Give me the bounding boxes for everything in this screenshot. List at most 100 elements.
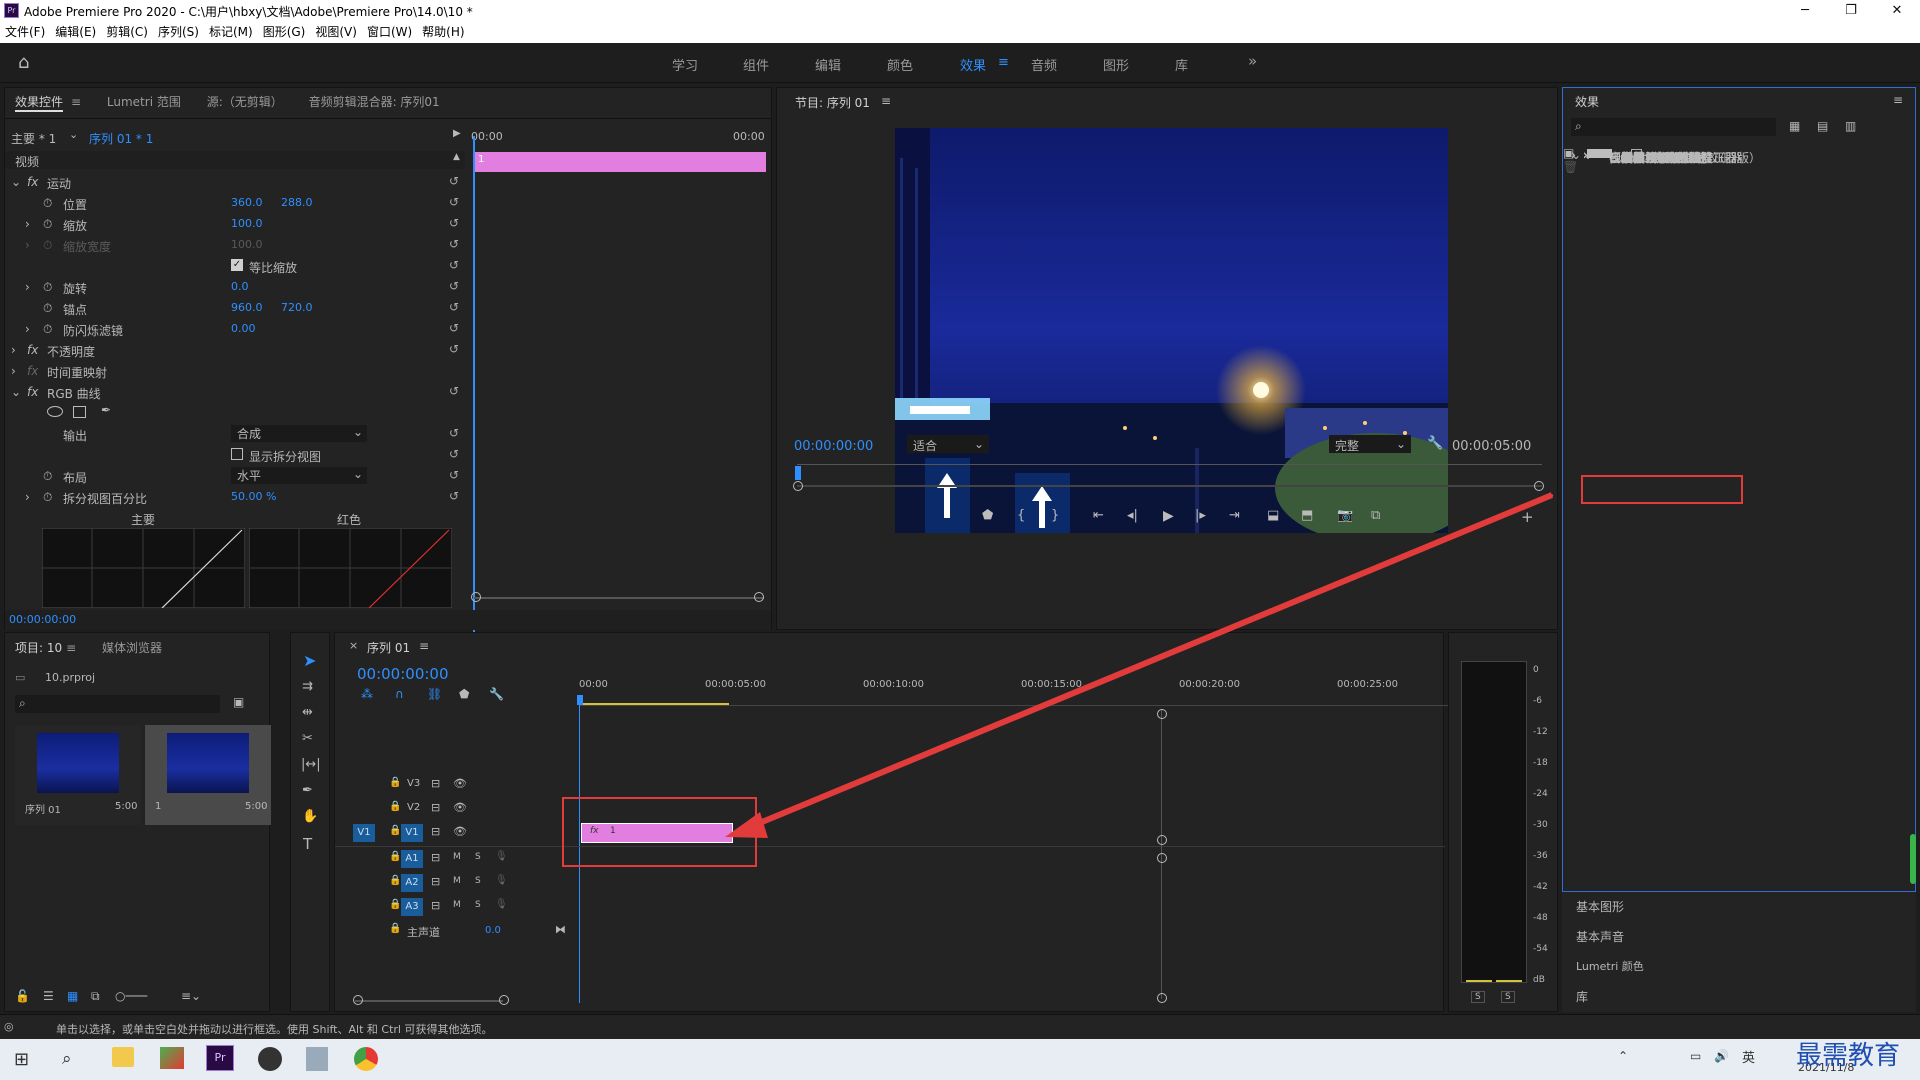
- search-icon[interactable]: ⌕: [62, 1049, 72, 1069]
- workspace-overflow-icon[interactable]: »: [1248, 52, 1257, 70]
- program-monitor-title[interactable]: 节目: 序列 01: [795, 94, 870, 111]
- menu-marker[interactable]: 标记(M): [204, 22, 258, 43]
- mark-out-icon[interactable]: }: [1051, 508, 1059, 523]
- track-v2-label[interactable]: V2: [407, 802, 420, 813]
- clip-path-label[interactable]: 主要 * 1: [11, 130, 56, 147]
- mute-button[interactable]: M: [453, 876, 461, 886]
- split-percent-value[interactable]: 50.00 %: [231, 490, 276, 503]
- track-lock-icon[interactable]: 🔒: [389, 825, 401, 836]
- windows-start-icon[interactable]: ⊞: [14, 1049, 29, 1070]
- toggle-sync-icon[interactable]: ⊟: [431, 899, 440, 912]
- mute-button[interactable]: M: [453, 900, 461, 910]
- minimize-icon[interactable]: ─: [1782, 0, 1828, 22]
- layout-dropdown[interactable]: 水平 ⌄: [231, 467, 367, 484]
- ec-clip-bar[interactable]: 1: [474, 152, 766, 172]
- reset-icon[interactable]: ↺: [449, 279, 459, 293]
- rotation-value[interactable]: 0.0: [231, 280, 249, 293]
- go-to-end-icon[interactable]: ⧓: [555, 923, 566, 936]
- reset-icon[interactable]: ↺: [449, 447, 459, 461]
- microphone-icon[interactable]: 🎙: [495, 875, 508, 886]
- chevron-right-icon[interactable]: ›: [1571, 148, 1576, 162]
- reset-icon[interactable]: ↺: [449, 237, 459, 251]
- timeline-title[interactable]: 序列 01: [367, 639, 410, 656]
- position-x-value[interactable]: 360.0: [231, 196, 263, 209]
- scale-value[interactable]: 100.0: [231, 217, 263, 230]
- panel-menu-icon[interactable]: ≡: [881, 94, 891, 108]
- track-a3-label[interactable]: A3: [401, 898, 423, 916]
- hscroll-handle-left[interactable]: [353, 995, 363, 1005]
- tab-effect-controls[interactable]: 效果控件: [15, 93, 64, 112]
- menu-clip[interactable]: 剪辑(C): [101, 22, 153, 43]
- add-button-icon[interactable]: +: [1521, 508, 1534, 526]
- menu-edit[interactable]: 编辑(E): [50, 22, 101, 43]
- solo-button[interactable]: S: [475, 876, 481, 886]
- reset-icon[interactable]: ↺: [449, 174, 459, 188]
- ripple-edit-tool-icon[interactable]: ⇹: [302, 705, 313, 720]
- rgb-curves-row[interactable]: ⌄ fx RGB 曲线 ↺: [5, 382, 460, 402]
- mark-in-icon[interactable]: {: [1017, 508, 1025, 523]
- timeline-playhead-handle[interactable]: [577, 695, 583, 705]
- pen-mask-icon[interactable]: ✒: [101, 403, 111, 417]
- fit-dropdown[interactable]: 适合 ⌄: [907, 435, 989, 453]
- program-video-frame[interactable]: [895, 128, 1448, 533]
- anchor-y-value[interactable]: 720.0: [281, 301, 313, 314]
- scroll-up-icon[interactable]: ▲: [453, 152, 460, 162]
- toggle-sync-icon[interactable]: ⊟: [431, 851, 440, 864]
- reset-icon[interactable]: ↺: [449, 384, 459, 398]
- solo-button[interactable]: S: [475, 900, 481, 910]
- chrome-icon[interactable]: [354, 1047, 378, 1071]
- track-v3-label[interactable]: V3: [407, 778, 420, 789]
- source-patch-v1[interactable]: V1: [353, 824, 375, 842]
- stopwatch-icon[interactable]: ⏱: [43, 301, 52, 316]
- workspace-libraries[interactable]: 库: [1175, 55, 1188, 74]
- panel-menu-icon[interactable]: ≡: [1893, 93, 1903, 107]
- tab-project[interactable]: 项目: 10: [15, 639, 62, 656]
- go-to-in-icon[interactable]: ⇤: [1093, 508, 1104, 523]
- extract-icon[interactable]: ⬒: [1301, 508, 1313, 523]
- panel-libraries[interactable]: 库: [1576, 988, 1588, 1005]
- panel-lumetri-color[interactable]: Lumetri 颜色: [1576, 958, 1644, 974]
- tab-audio-mixer[interactable]: 音频剪辑混合器: 序列01: [309, 93, 440, 110]
- maximize-icon[interactable]: ❐: [1828, 0, 1874, 22]
- timeline-timecode[interactable]: 00:00:00:00: [357, 665, 449, 683]
- premiere-taskbar-icon[interactable]: Pr: [206, 1045, 234, 1071]
- sequence-path-label[interactable]: 序列 01 * 1: [89, 130, 153, 147]
- main-curve-graph[interactable]: [42, 528, 245, 608]
- step-forward-icon[interactable]: |▸: [1195, 508, 1206, 523]
- menu-window[interactable]: 窗口(W): [362, 22, 417, 43]
- play-icon[interactable]: ▶: [1163, 508, 1174, 524]
- nest-icon[interactable]: ⁂: [361, 687, 373, 701]
- ec-timecode[interactable]: 00:00:00:00: [9, 613, 76, 626]
- reset-icon[interactable]: ↺: [449, 195, 459, 209]
- network-icon[interactable]: ▭: [1690, 1049, 1701, 1063]
- workspace-color[interactable]: 颜色: [887, 55, 913, 74]
- program-zoom-right[interactable]: [1534, 481, 1544, 491]
- toggle-sync-icon[interactable]: ⊟: [431, 801, 440, 814]
- accelerated-effects-icon[interactable]: ▦: [1789, 119, 1800, 133]
- volume-icon[interactable]: 🔊: [1714, 1049, 1729, 1063]
- reset-icon[interactable]: ↺: [449, 468, 459, 482]
- add-marker-icon[interactable]: ⬟: [982, 508, 993, 523]
- vscroll-handle-top[interactable]: [1157, 709, 1167, 719]
- list-view-icon[interactable]: ☰: [43, 989, 54, 1003]
- close-icon[interactable]: ✕: [1874, 0, 1920, 22]
- eye-icon[interactable]: 👁: [453, 801, 467, 814]
- program-playhead[interactable]: [795, 466, 801, 480]
- tray-chevron-icon[interactable]: ⌃: [1618, 1049, 1628, 1063]
- step-back-icon[interactable]: ◂|: [1127, 508, 1138, 523]
- notepad-icon[interactable]: [306, 1047, 328, 1071]
- icon-view-icon[interactable]: ▦: [67, 989, 78, 1003]
- timeline-clip-v1[interactable]: fx 1: [581, 823, 733, 843]
- reset-icon[interactable]: ↺: [449, 216, 459, 230]
- zoom-slider[interactable]: ○───: [115, 989, 147, 1003]
- reset-icon[interactable]: ↺: [449, 321, 459, 335]
- vscroll-handle-a[interactable]: [1157, 853, 1167, 863]
- effects-panel-title[interactable]: 效果: [1575, 93, 1599, 110]
- wrench-icon[interactable]: 🔧: [1427, 436, 1443, 451]
- razor-tool-icon[interactable]: ✂: [302, 731, 313, 746]
- stopwatch-icon[interactable]: ⏱: [43, 196, 52, 211]
- track-v1-label[interactable]: V1: [401, 824, 423, 842]
- stopwatch-icon[interactable]: ⏱: [43, 217, 52, 232]
- lock-icon[interactable]: 🔓: [15, 989, 30, 1003]
- microphone-icon[interactable]: 🎙: [495, 851, 508, 862]
